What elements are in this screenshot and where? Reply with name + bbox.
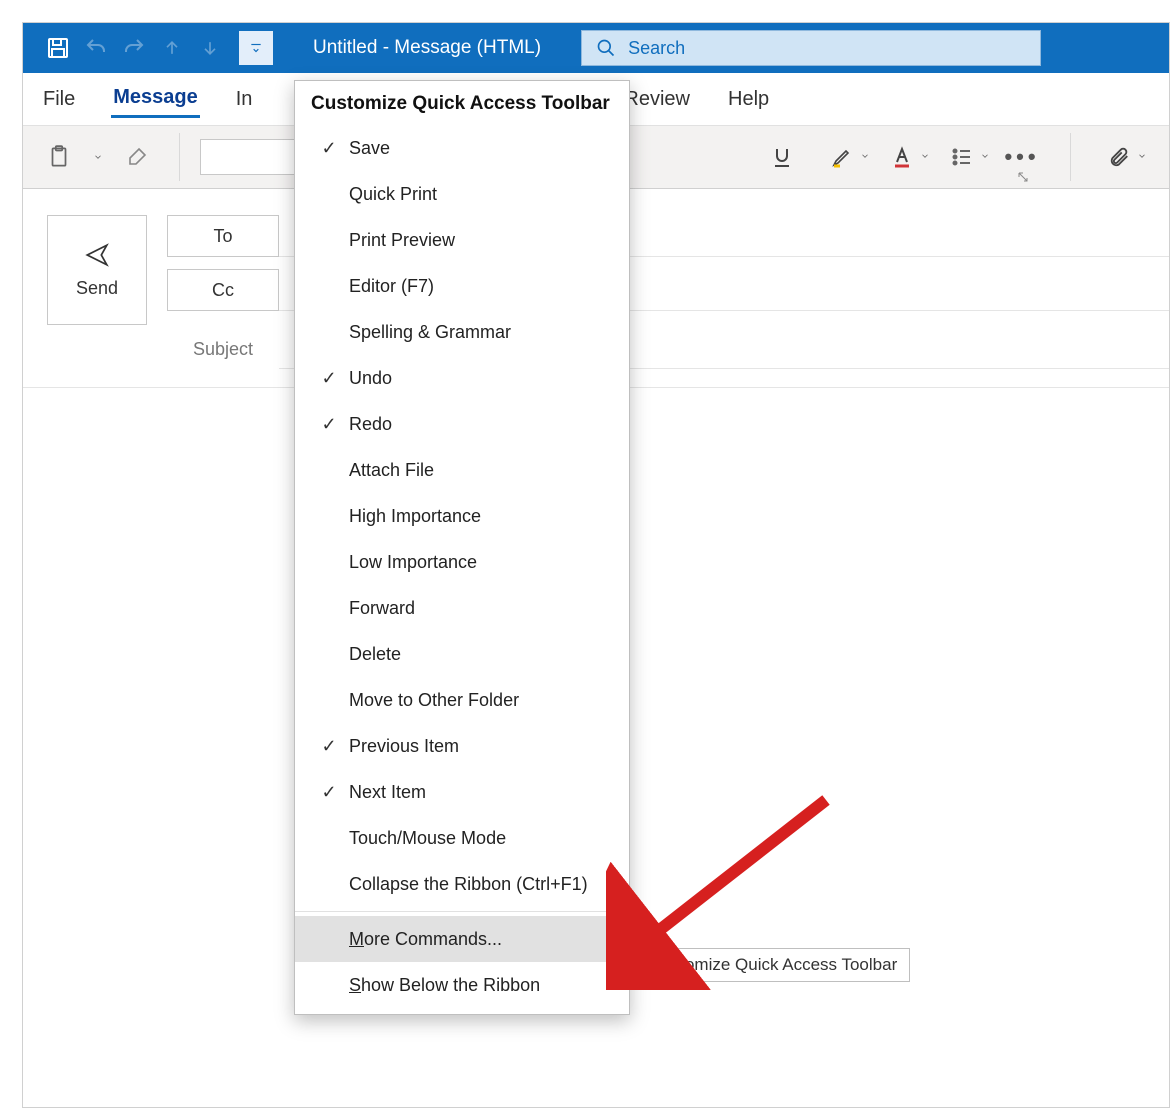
window-title: Untitled - Message (HTML) xyxy=(313,37,541,59)
menu-item-move-to-other-folder[interactable]: Move to Other Folder xyxy=(295,677,629,723)
previous-item-icon[interactable] xyxy=(155,31,189,65)
menu-item-spelling-grammar[interactable]: Spelling & Grammar xyxy=(295,309,629,355)
title-bar: Untitled - Message (HTML) Search xyxy=(23,23,1169,73)
menu-item-show-below-ribbon[interactable]: Show Below the Ribbon xyxy=(295,962,629,1008)
menu-separator xyxy=(295,911,629,912)
separator xyxy=(1070,133,1071,181)
tooltip-customize-qat: Customize Quick Access Toolbar xyxy=(637,948,910,982)
font-color-button[interactable] xyxy=(882,137,922,177)
search-box[interactable]: Search xyxy=(581,30,1041,66)
send-label: Send xyxy=(76,278,118,299)
menu-item-editor[interactable]: Editor (F7) xyxy=(295,263,629,309)
menu-item-save[interactable]: ✓Save xyxy=(295,125,629,171)
dialog-launcher-icon[interactable] xyxy=(1017,171,1029,186)
menu-item-high-importance[interactable]: High Importance xyxy=(295,493,629,539)
cc-button[interactable]: Cc xyxy=(167,269,279,311)
menu-item-redo[interactable]: ✓Redo xyxy=(295,401,629,447)
menu-item-quick-print[interactable]: Quick Print xyxy=(295,171,629,217)
save-icon[interactable] xyxy=(41,31,75,65)
separator xyxy=(179,133,180,181)
menu-item-touch-mouse-mode[interactable]: Touch/Mouse Mode xyxy=(295,815,629,861)
menu-item-undo[interactable]: ✓Undo xyxy=(295,355,629,401)
tab-review[interactable]: Review xyxy=(622,82,692,117)
chevron-down-icon[interactable] xyxy=(93,152,103,162)
attach-file-button[interactable] xyxy=(1099,137,1139,177)
menu-item-attach-file[interactable]: Attach File xyxy=(295,447,629,493)
menu-title: Customize Quick Access Toolbar xyxy=(295,81,629,125)
search-icon xyxy=(596,38,616,58)
bullets-button[interactable] xyxy=(942,137,982,177)
highlight-button[interactable] xyxy=(822,137,862,177)
menu-item-previous-item[interactable]: ✓Previous Item xyxy=(295,723,629,769)
menu-item-forward[interactable]: Forward xyxy=(295,585,629,631)
font-name-box[interactable] xyxy=(200,139,296,175)
tab-help[interactable]: Help xyxy=(726,82,771,117)
menu-item-more-commands[interactable]: More Commands... xyxy=(295,916,629,962)
menu-item-delete[interactable]: Delete xyxy=(295,631,629,677)
menu-item-collapse-ribbon[interactable]: Collapse the Ribbon (Ctrl+F1) xyxy=(295,861,629,907)
redo-icon[interactable] xyxy=(117,31,151,65)
send-icon xyxy=(80,242,114,268)
paste-button[interactable] xyxy=(37,135,81,179)
next-item-icon[interactable] xyxy=(193,31,227,65)
format-painter-button[interactable] xyxy=(115,135,159,179)
menu-item-next-item[interactable]: ✓Next Item xyxy=(295,769,629,815)
subject-label: Subject xyxy=(167,339,279,360)
menu-item-low-importance[interactable]: Low Importance xyxy=(295,539,629,585)
tab-message[interactable]: Message xyxy=(111,80,200,118)
undo-icon[interactable] xyxy=(79,31,113,65)
customize-qat-menu: Customize Quick Access Toolbar ✓Save Qui… xyxy=(294,80,630,1015)
tab-file[interactable]: File xyxy=(41,82,77,117)
quick-access-toolbar xyxy=(23,31,273,65)
send-button[interactable]: Send xyxy=(47,215,147,325)
to-button[interactable]: To xyxy=(167,215,279,257)
underline-button[interactable] xyxy=(762,137,802,177)
customize-qat-dropdown-button[interactable] xyxy=(239,31,273,65)
menu-item-print-preview[interactable]: Print Preview xyxy=(295,217,629,263)
tab-insert-partial[interactable]: In xyxy=(234,82,255,117)
search-placeholder: Search xyxy=(628,38,685,59)
